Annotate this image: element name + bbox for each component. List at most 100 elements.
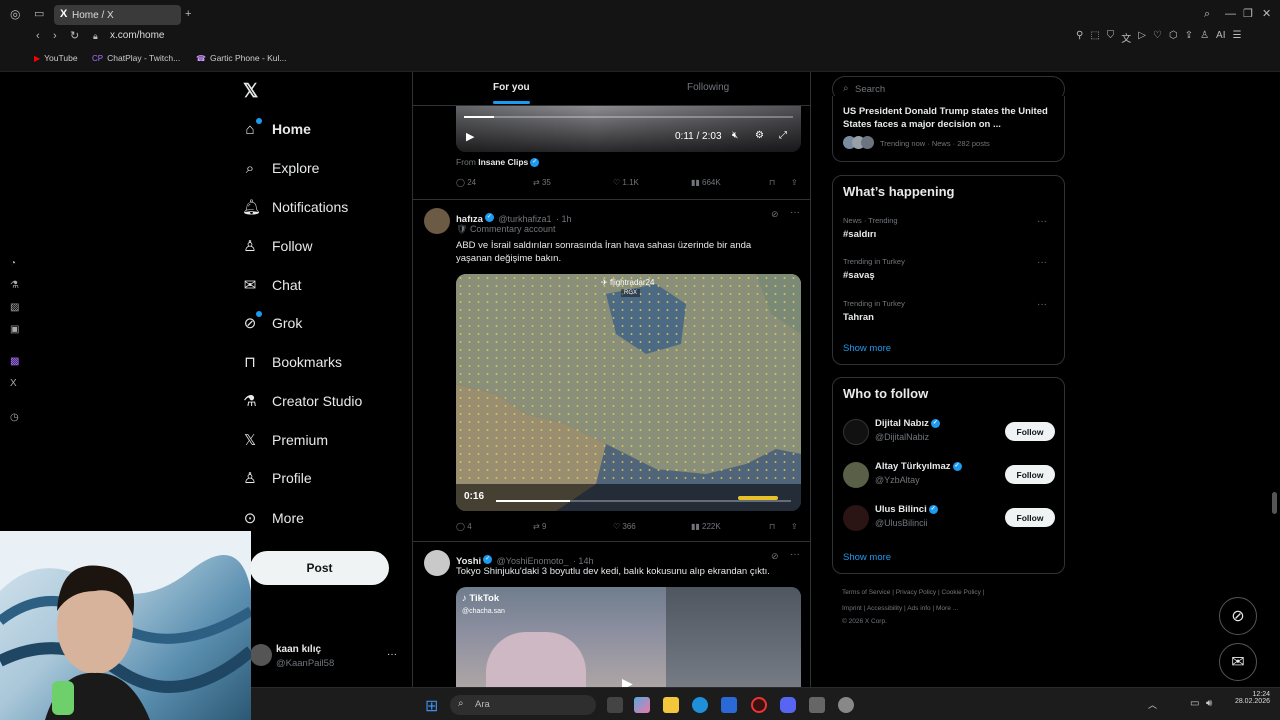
reply-button[interactable]: ◯ 24: [456, 178, 476, 187]
maximize-icon[interactable]: ❐: [1243, 9, 1253, 20]
source-link[interactable]: Insane Clips: [478, 157, 528, 167]
like-button[interactable]: ♡ 366: [613, 522, 636, 531]
footer-link[interactable]: Cookie Policy: [942, 589, 981, 596]
views-button[interactable]: ▮▮ 222K: [691, 522, 721, 531]
crypto-wallet-icon[interactable]: ⚗: [10, 280, 19, 291]
video-progress-track[interactable]: [496, 500, 791, 502]
play-icon[interactable]: ▶: [622, 675, 633, 687]
video-progress-track[interactable]: [464, 116, 793, 118]
share-icon[interactable]: ⇪: [1185, 30, 1193, 45]
bookmark-youtube[interactable]: ▶ YouTube: [34, 53, 78, 63]
avatar[interactable]: [424, 208, 450, 234]
nav-grok[interactable]: ⊘ Grok: [242, 306, 302, 340]
address-bar[interactable]: x.com/home: [110, 30, 164, 41]
task-view-icon[interactable]: [607, 697, 623, 713]
shield-icon[interactable]: ⛉: [1107, 30, 1115, 45]
x-logo-icon[interactable]: 𝕏: [243, 80, 258, 103]
nav-follow[interactable]: ♙ Follow: [242, 229, 312, 263]
nav-home[interactable]: ⌂ Home: [242, 112, 311, 146]
twitch-icon[interactable]: ▩: [10, 356, 19, 367]
heart-icon[interactable]: ♡: [1153, 30, 1162, 45]
news-panel[interactable]: US President Donald Trump states the Uni…: [832, 96, 1065, 162]
nav-notifications[interactable]: 🔔︎ Notifications: [242, 190, 348, 224]
store-icon[interactable]: [721, 697, 737, 713]
like-button[interactable]: ♡ 1.1K: [613, 178, 639, 187]
post-button[interactable]: Post: [250, 551, 389, 585]
news-title[interactable]: US President Donald Trump states the Uni…: [843, 105, 1055, 131]
network-icon[interactable]: ▭: [1190, 698, 1199, 709]
fullscreen-icon[interactable]: ⤢: [779, 130, 787, 141]
translate-icon[interactable]: 文: [1121, 30, 1131, 45]
nav-creator-studio[interactable]: ⚗ Creator Studio: [242, 384, 362, 418]
volume-icon[interactable]: 🔊︎: [1206, 698, 1212, 709]
discord-icon[interactable]: [780, 697, 796, 713]
taskbar-search[interactable]: ⌕ Ara: [450, 695, 596, 715]
app-icon[interactable]: [838, 697, 854, 713]
pinboard-icon[interactable]: ▨: [10, 302, 19, 313]
more-icon[interactable]: ···: [790, 207, 800, 218]
show-more-link[interactable]: Show more: [843, 343, 891, 354]
more-icon[interactable]: ···: [1037, 299, 1047, 310]
pin-icon[interactable]: ⚲: [1076, 30, 1083, 45]
menu-icon[interactable]: ☰: [1233, 30, 1242, 45]
footer-link[interactable]: Terms of Service: [842, 589, 890, 596]
back-icon[interactable]: ‹: [36, 31, 40, 42]
bookmark-chatplay[interactable]: CP ChatPlay - Twitch...: [92, 53, 180, 63]
settings-icon[interactable]: ⚙: [755, 130, 764, 141]
tab-for-you[interactable]: For you: [493, 82, 530, 104]
close-window-icon[interactable]: ✕: [1262, 9, 1271, 20]
follow-suggestion[interactable]: Ulus Bilinci ✓ @UlusBilincii Follow: [843, 503, 1055, 533]
follow-button[interactable]: Follow: [1005, 465, 1055, 484]
messages-fab[interactable]: ✉: [1219, 643, 1257, 681]
more-icon[interactable]: ···: [1037, 216, 1047, 227]
trend-item[interactable]: News · Trending #saldırı ···: [843, 216, 1055, 240]
opera-logo-icon[interactable]: ◎: [10, 8, 20, 20]
more-icon[interactable]: ···: [1037, 257, 1047, 268]
follow-button[interactable]: Follow: [1005, 508, 1055, 527]
chevron-up-icon[interactable]: ︿: [1148, 698, 1157, 711]
snapshot-icon[interactable]: ⬚: [1090, 30, 1099, 45]
extensions-icon[interactable]: ⬡: [1169, 30, 1178, 45]
ai-button[interactable]: AI: [1216, 30, 1225, 45]
edge-icon[interactable]: [692, 697, 708, 713]
account-switcher[interactable]: kaan kılıç @KaanPail58 ···: [250, 640, 410, 680]
trend-item[interactable]: Trending in Turkey Tahran ···: [843, 299, 1055, 323]
account-icon[interactable]: ♙: [1200, 30, 1209, 45]
bookmark-gartic[interactable]: ☎ Gartic Phone - Kul...: [196, 53, 287, 63]
play-icon[interactable]: ▷: [1138, 30, 1146, 45]
video-player[interactable]: ✈︎ flightradar24 RGX 0:16: [456, 274, 801, 511]
repost-button[interactable]: ⇄ 9: [533, 522, 546, 531]
nav-bookmarks[interactable]: ⊓ Bookmarks: [242, 345, 342, 379]
more-icon[interactable]: ···: [790, 549, 800, 560]
minimize-icon[interactable]: —: [1225, 9, 1236, 20]
tab-manager-icon[interactable]: ▭: [34, 9, 44, 20]
avatar[interactable]: [424, 550, 450, 576]
follow-button[interactable]: Follow: [1005, 422, 1055, 441]
grok-icon[interactable]: ⊘: [771, 551, 779, 562]
author-handle[interactable]: @turkhafiza1: [498, 214, 551, 224]
views-button[interactable]: ▮▮ 664K: [691, 178, 721, 187]
grok-fab[interactable]: ⊘: [1219, 597, 1257, 635]
repost-button[interactable]: ⇄ 35: [533, 178, 551, 187]
nav-chat[interactable]: ✉ Chat: [242, 268, 302, 302]
clock[interactable]: 12:24 28.02.2026: [1228, 691, 1270, 705]
new-tab-icon[interactable]: +: [185, 9, 191, 20]
video-player[interactable]: ♪ TikTok @chacha.san ▶: [456, 587, 801, 687]
footer-link[interactable]: Accessibility: [867, 605, 902, 612]
trend-item[interactable]: Trending in Turkey #savaş ···: [843, 257, 1055, 281]
follow-suggestion[interactable]: Altay Türkyılmaz ✓ @YzbAltay Follow: [843, 460, 1055, 490]
tab-following[interactable]: Following: [687, 82, 729, 93]
footer-link[interactable]: Ads info: [907, 605, 931, 612]
show-more-link[interactable]: Show more: [843, 552, 891, 563]
share-icon[interactable]: ⇪: [791, 178, 798, 187]
tweet-time[interactable]: · 1h: [556, 214, 572, 224]
x-sidebar-icon[interactable]: X: [10, 378, 17, 389]
nav-premium[interactable]: 𝕏 Premium: [242, 423, 328, 457]
bookmark-icon[interactable]: ⊓: [769, 522, 775, 531]
follow-suggestion[interactable]: Dijital Nabız ✓ @DijitalNabiz Follow: [843, 417, 1055, 447]
forward-icon[interactable]: ›: [53, 31, 57, 42]
history-icon[interactable]: ◷: [10, 412, 19, 423]
video-player[interactable]: ▶ 0:11 / 2:03 🔇︎ ⚙ ⤢: [456, 106, 801, 152]
mute-icon[interactable]: 🔇︎: [732, 130, 738, 141]
messenger-icon[interactable]: ▣: [10, 324, 19, 335]
